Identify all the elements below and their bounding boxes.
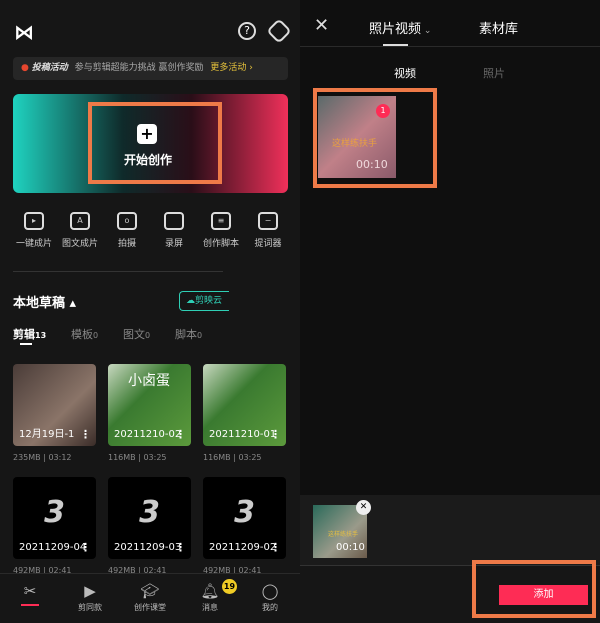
close-icon[interactable]: ✕ [314, 15, 329, 36]
drafts-title[interactable]: 本地草稿 ▴ [13, 292, 76, 311]
media-picker: ✕ 照片视频 ⌄ 素材库 视频 照片 1 这样练扶手 00:10 这样练扶手 0… [300, 0, 600, 623]
cloud-button[interactable]: ☁剪映云 [179, 291, 229, 311]
tab-library[interactable]: 素材库 [479, 18, 518, 37]
tool-camera[interactable]: o 拍摄 [102, 212, 152, 249]
activity-banner[interactable]: ● 投稿活动 参与剪辑超能力挑战 赢创作奖励 更多活动 › [13, 57, 288, 80]
tab-edit[interactable]: 剪辑13 [13, 326, 46, 342]
tool-script[interactable]: ≡ 创作脚本 [196, 212, 246, 249]
draft-card[interactable]: 3 20211209-04 ⋮ [13, 477, 96, 559]
draft-card[interactable]: 20211210-01 ⋮ [203, 364, 286, 446]
tab-indicator [20, 343, 32, 345]
tool-screen-record[interactable]: 录屏 [149, 212, 199, 249]
highlight-box [88, 102, 222, 184]
nav-messages[interactable]: 🔔︎ 消息 19 [185, 579, 237, 613]
draft-card[interactable]: 3 20211209-03 ⋮ [108, 477, 191, 559]
fire-icon: ● [21, 63, 29, 73]
draft-card[interactable]: 小卤蛋 20211210-02 ⋮ [108, 364, 191, 446]
scissors-icon: ✂ [23, 582, 37, 600]
more-icon[interactable]: ⋮ [80, 541, 91, 554]
subtab-videos[interactable]: 视频 [394, 65, 416, 81]
nav-edit[interactable]: ✂ [5, 582, 55, 608]
more-icon[interactable]: ⋮ [270, 541, 281, 554]
highlight-box [313, 88, 437, 188]
tool-one-click[interactable]: ▸ 一键成片 [9, 212, 59, 249]
tab-photos-videos[interactable]: 照片视频 ⌄ [369, 18, 431, 37]
document-icon: ≡ [211, 212, 231, 230]
more-icon[interactable]: ⋮ [80, 428, 91, 441]
subtab-photos[interactable]: 照片 [483, 65, 505, 81]
tool-text-to-video[interactable]: A 图文成片 [55, 212, 105, 249]
divider [13, 271, 223, 272]
nav-courses[interactable]: 🎓︎ 创作课堂 [125, 582, 175, 613]
highlight-box [472, 560, 596, 618]
tab-template[interactable]: 模板0 [71, 326, 98, 342]
capcut-logo: ⋈ [14, 20, 34, 44]
nav-profile[interactable]: ◯ 我的 [245, 582, 295, 613]
play-icon: ▸ [24, 212, 44, 230]
graduation-cap-icon: 🎓︎ [140, 582, 160, 600]
selected-tray: 这样练扶手 00:10 ✕ [300, 495, 600, 565]
message-badge: 19 [222, 579, 237, 594]
user-icon: ◯ [261, 582, 279, 600]
tool-teleprompter[interactable]: − 提词器 [243, 212, 293, 249]
camera-icon: o [117, 212, 137, 230]
text-image-icon: A [70, 212, 90, 230]
draft-card[interactable]: 3 20211209-02 ⋮ [203, 477, 286, 559]
more-icon[interactable]: ⋮ [175, 428, 186, 441]
draft-card[interactable]: 12月19日-1 ⋮ [13, 364, 96, 446]
more-icon[interactable]: ⋮ [175, 541, 186, 554]
help-icon[interactable]: ? [238, 22, 256, 40]
bottom-nav: ✂ ▶ 剪同款 🎓︎ 创作课堂 🔔︎ 消息 19 ◯ 我的 [0, 573, 300, 623]
video-camera-icon [164, 212, 184, 230]
home-panel: ⋈ ? ● 投稿活动 参与剪辑超能力挑战 赢创作奖励 更多活动 › + 开始创作… [0, 0, 300, 623]
more-activities-link[interactable]: 更多活动 › [210, 63, 252, 73]
tab-image-text[interactable]: 图文0 [123, 326, 150, 342]
nav-templates[interactable]: ▶ 剪同款 [65, 582, 115, 613]
chevron-down-icon: ⌄ [421, 26, 432, 36]
settings-icon[interactable] [266, 18, 292, 44]
clapper-icon: ▶ [84, 582, 96, 600]
divider [300, 46, 600, 47]
more-icon[interactable]: ⋮ [270, 428, 281, 441]
tab-script[interactable]: 脚本0 [175, 326, 202, 342]
remove-icon[interactable]: ✕ [356, 500, 371, 515]
monitor-icon: − [258, 212, 278, 230]
